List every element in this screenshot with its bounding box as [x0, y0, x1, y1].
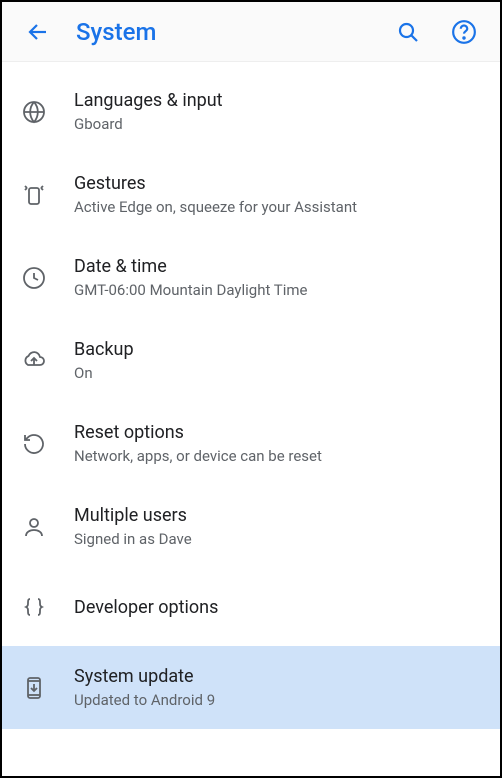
clock-icon: [22, 266, 74, 290]
item-title: Languages & input: [74, 90, 223, 111]
item-text: Reset options Network, apps, or device c…: [74, 422, 322, 465]
item-title: Developer options: [74, 597, 218, 618]
help-button[interactable]: [444, 12, 484, 52]
back-arrow-icon: [26, 20, 50, 44]
item-subtitle: Network, apps, or device can be reset: [74, 447, 322, 465]
item-title: System update: [74, 666, 215, 687]
app-header: System: [2, 2, 500, 62]
item-text: Multiple users Signed in as Dave: [74, 505, 192, 548]
item-title: Backup: [74, 339, 134, 360]
item-text: Languages & input Gboard: [74, 90, 223, 133]
braces-icon: [22, 595, 74, 619]
item-multiple-users[interactable]: Multiple users Signed in as Dave: [2, 485, 500, 568]
item-text: Gestures Active Edge on, squeeze for you…: [74, 173, 357, 216]
item-subtitle: Active Edge on, squeeze for your Assista…: [74, 198, 357, 216]
page-title: System: [76, 18, 388, 46]
item-languages-input[interactable]: Languages & input Gboard: [2, 62, 500, 153]
cloud-upload-icon: [22, 349, 74, 373]
item-title: Date & time: [74, 256, 308, 277]
item-text: Backup On: [74, 339, 134, 382]
item-system-update[interactable]: System update Updated to Android 9: [2, 646, 500, 729]
item-subtitle: Signed in as Dave: [74, 530, 192, 548]
settings-list: Languages & input Gboard Gestures Active…: [2, 62, 500, 729]
back-button[interactable]: [18, 12, 58, 52]
gestures-icon: [22, 183, 74, 207]
item-gestures[interactable]: Gestures Active Edge on, squeeze for you…: [2, 153, 500, 236]
item-text: Developer options: [74, 597, 218, 618]
header-actions: [388, 12, 484, 52]
item-subtitle: Gboard: [74, 115, 223, 133]
search-icon: [396, 20, 420, 44]
system-update-icon: [22, 676, 74, 700]
item-subtitle: Updated to Android 9: [74, 691, 215, 709]
globe-icon: [22, 100, 74, 124]
search-button[interactable]: [388, 12, 428, 52]
help-icon: [451, 19, 477, 45]
item-developer-options[interactable]: Developer options: [2, 568, 500, 646]
user-icon: [22, 515, 74, 539]
item-subtitle: GMT-06:00 Mountain Daylight Time: [74, 281, 308, 299]
item-backup[interactable]: Backup On: [2, 319, 500, 402]
item-reset-options[interactable]: Reset options Network, apps, or device c…: [2, 402, 500, 485]
reset-icon: [22, 432, 74, 456]
item-text: Date & time GMT-06:00 Mountain Daylight …: [74, 256, 308, 299]
item-title: Gestures: [74, 173, 357, 194]
item-subtitle: On: [74, 364, 134, 382]
item-title: Reset options: [74, 422, 322, 443]
item-title: Multiple users: [74, 505, 192, 526]
item-text: System update Updated to Android 9: [74, 666, 215, 709]
item-date-time[interactable]: Date & time GMT-06:00 Mountain Daylight …: [2, 236, 500, 319]
